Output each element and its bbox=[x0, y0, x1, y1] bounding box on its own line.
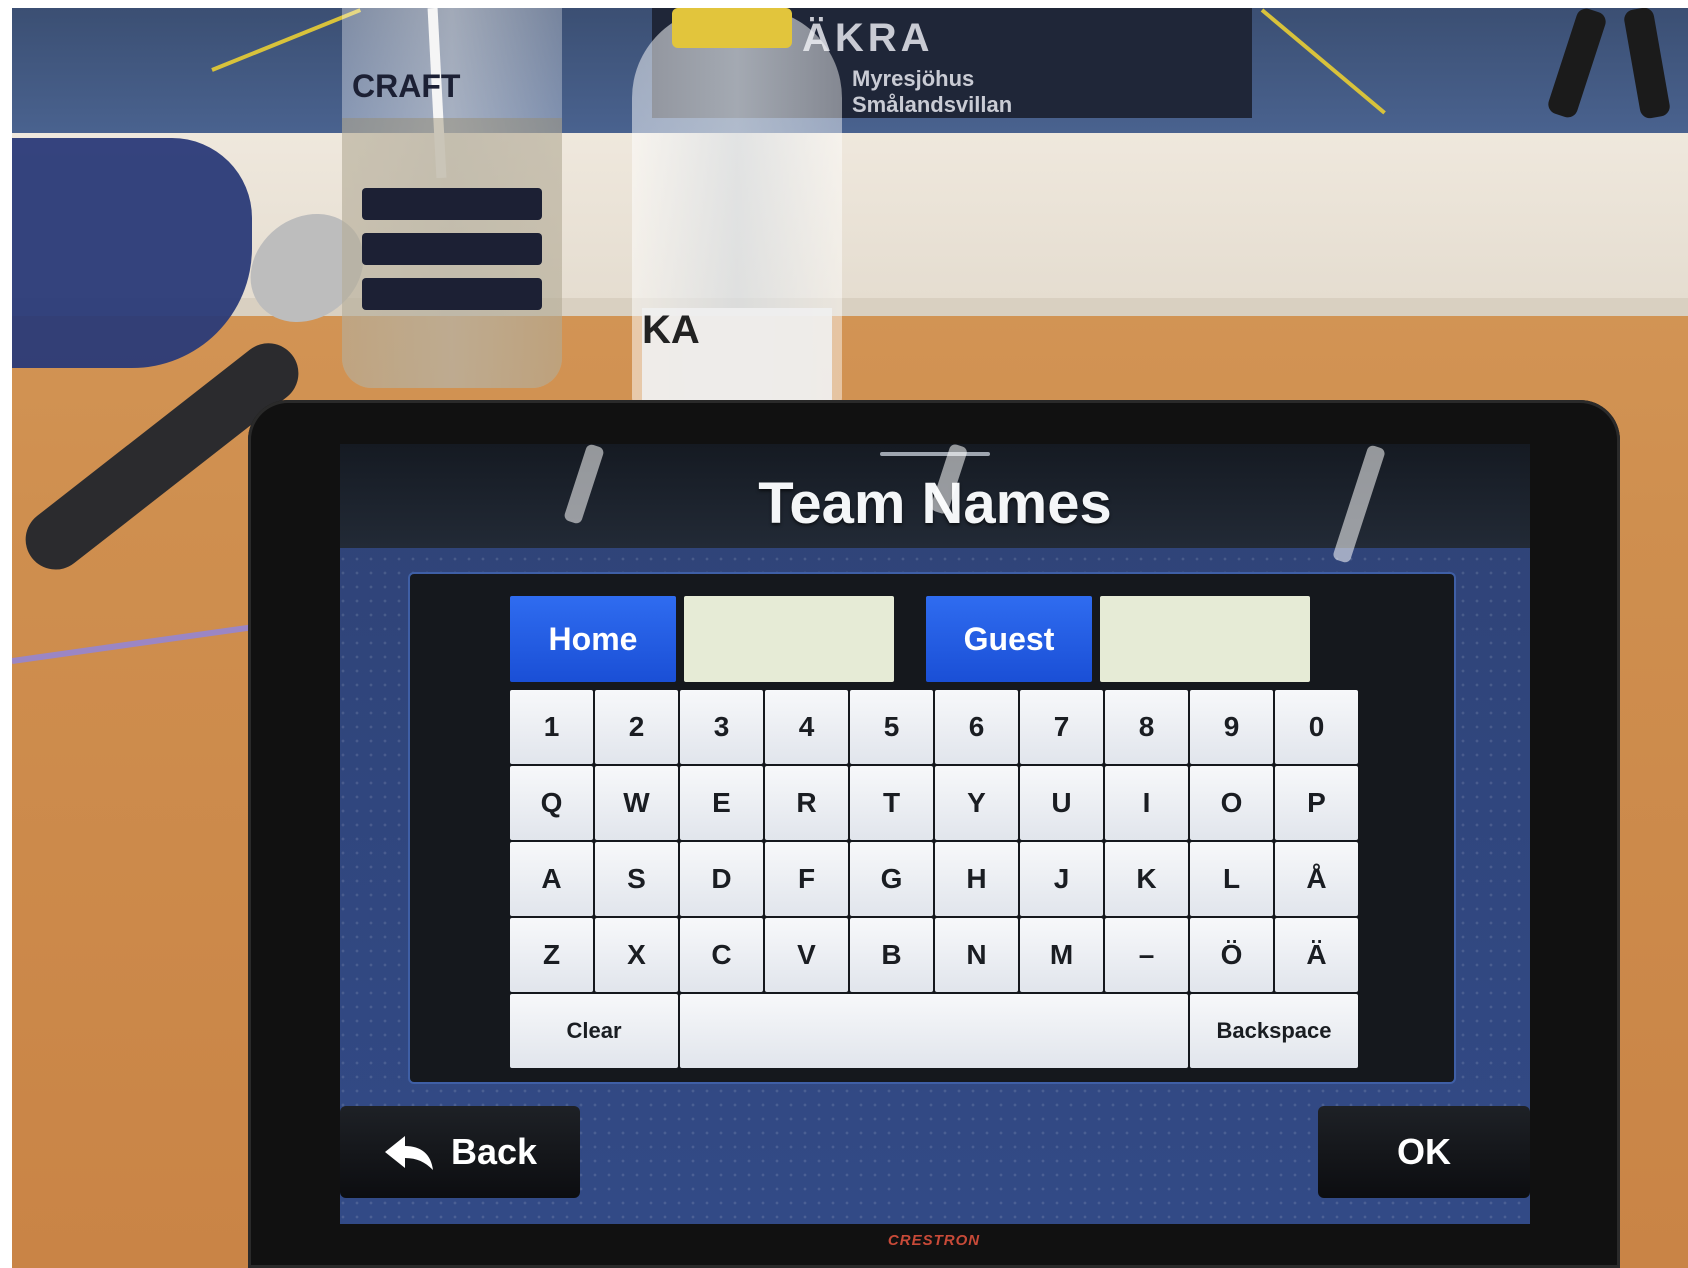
key[interactable]: 9 bbox=[1190, 690, 1273, 764]
key[interactable]: S bbox=[595, 842, 678, 916]
water-bottle: KA bbox=[632, 8, 842, 418]
key[interactable]: I bbox=[1105, 766, 1188, 840]
key[interactable]: R bbox=[765, 766, 848, 840]
key[interactable]: K bbox=[1105, 842, 1188, 916]
home-name-field[interactable] bbox=[684, 596, 894, 682]
home-button[interactable]: Home bbox=[510, 596, 676, 682]
banner-subtext: Myresjöhus Smålandsvillan bbox=[852, 66, 1012, 118]
key[interactable]: U bbox=[1020, 766, 1103, 840]
key[interactable]: 2 bbox=[595, 690, 678, 764]
key[interactable]: T bbox=[850, 766, 933, 840]
key[interactable]: 7 bbox=[1020, 690, 1103, 764]
touch-panel-device: Team Names Home Guest 1 2 3 4 5 6 7 8 9 … bbox=[248, 400, 1620, 1268]
court-line bbox=[1260, 8, 1386, 115]
key[interactable]: N bbox=[935, 918, 1018, 992]
glass-band bbox=[362, 233, 542, 265]
player-legs bbox=[1542, 8, 1682, 128]
key[interactable]: Q bbox=[510, 766, 593, 840]
key[interactable]: 3 bbox=[680, 690, 763, 764]
cable bbox=[12, 621, 270, 664]
key[interactable]: O bbox=[1190, 766, 1273, 840]
guest-button[interactable]: Guest bbox=[926, 596, 1092, 682]
banner-subtext-line: Smålandsvillan bbox=[852, 92, 1013, 117]
key[interactable]: P bbox=[1275, 766, 1358, 840]
bottle-cap bbox=[672, 8, 792, 48]
key[interactable]: W bbox=[595, 766, 678, 840]
key[interactable]: G bbox=[850, 842, 933, 916]
key[interactable]: Ä bbox=[1275, 918, 1358, 992]
back-button[interactable]: Back bbox=[340, 1106, 580, 1198]
key[interactable]: 6 bbox=[935, 690, 1018, 764]
key[interactable]: 0 bbox=[1275, 690, 1358, 764]
key[interactable]: Å bbox=[1275, 842, 1358, 916]
header-handle[interactable] bbox=[880, 452, 990, 456]
keyboard-panel: Home Guest 1 2 3 4 5 6 7 8 9 0 Q W E R T… bbox=[410, 574, 1454, 1082]
bottle-label: KA bbox=[642, 308, 832, 408]
guest-name-field[interactable] bbox=[1100, 596, 1310, 682]
key[interactable]: C bbox=[680, 918, 763, 992]
space-key[interactable] bbox=[680, 994, 1188, 1068]
glass-band bbox=[362, 278, 542, 310]
key[interactable]: V bbox=[765, 918, 848, 992]
key[interactable]: M bbox=[1020, 918, 1103, 992]
glass-band bbox=[362, 188, 542, 220]
banner-subtext-line: Myresjöhus bbox=[852, 66, 975, 91]
key[interactable]: E bbox=[680, 766, 763, 840]
key[interactable]: J bbox=[1020, 842, 1103, 916]
clear-key[interactable]: Clear bbox=[510, 994, 678, 1068]
back-arrow-icon bbox=[384, 1136, 433, 1170]
key[interactable]: A bbox=[510, 842, 593, 916]
key[interactable]: 8 bbox=[1105, 690, 1188, 764]
key[interactable]: Ö bbox=[1190, 918, 1273, 992]
leg bbox=[1545, 8, 1609, 120]
blue-fabric bbox=[12, 138, 252, 368]
key[interactable]: H bbox=[935, 842, 1018, 916]
key[interactable]: 1 bbox=[510, 690, 593, 764]
touch-screen: Team Names Home Guest 1 2 3 4 5 6 7 8 9 … bbox=[340, 444, 1530, 1224]
glass-brand-text: CRAFT bbox=[352, 68, 461, 104]
leg bbox=[1622, 8, 1672, 120]
device-brand: CRESTRON bbox=[887, 1232, 981, 1249]
key[interactable]: F bbox=[765, 842, 848, 916]
key[interactable]: L bbox=[1190, 842, 1273, 916]
key[interactable]: – bbox=[1105, 918, 1188, 992]
ok-button[interactable]: OK bbox=[1318, 1106, 1530, 1198]
key[interactable]: 5 bbox=[850, 690, 933, 764]
key[interactable]: Z bbox=[510, 918, 593, 992]
key[interactable]: D bbox=[680, 842, 763, 916]
key[interactable]: B bbox=[850, 918, 933, 992]
key[interactable]: X bbox=[595, 918, 678, 992]
key[interactable]: Y bbox=[935, 766, 1018, 840]
backspace-key[interactable]: Backspace bbox=[1190, 994, 1358, 1068]
drinking-glass: CRAFT bbox=[342, 8, 562, 388]
key[interactable]: 4 bbox=[765, 690, 848, 764]
back-button-label: Back bbox=[450, 1131, 538, 1172]
court-line bbox=[211, 8, 362, 72]
